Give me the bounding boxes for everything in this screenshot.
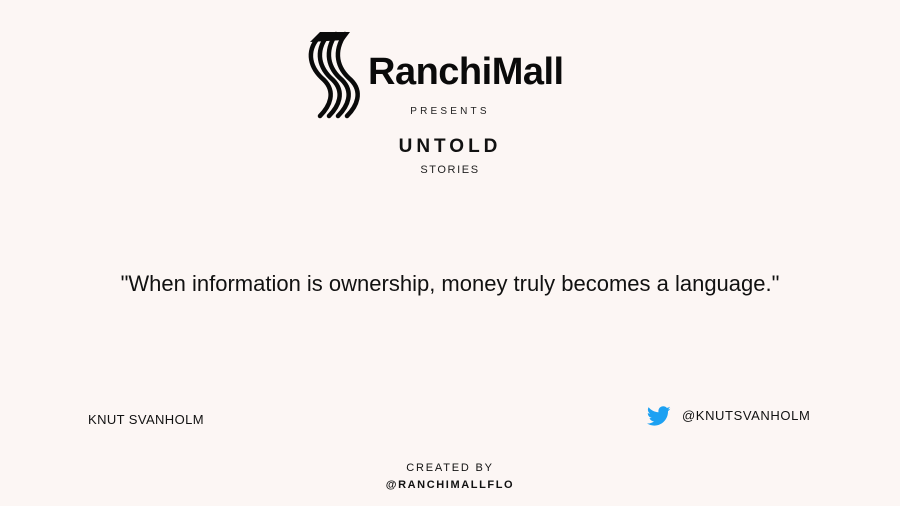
author-name: KNUT SVANHOLM [88, 412, 204, 427]
series-title: UNTOLD [398, 136, 502, 157]
created-by-label: CREATED BY [406, 462, 494, 474]
series-subtitle: STORIES [420, 164, 480, 176]
creator-handle[interactable]: @RANCHIMALLFLO [0, 479, 900, 491]
quote-text: "When information is ownership, money tr… [120, 271, 780, 296]
twitter-handle[interactable]: @KNUTSVANHOLM [682, 408, 810, 423]
twitter-bird-icon[interactable] [646, 404, 672, 428]
brand-name: RanchiMall [368, 51, 564, 93]
presents-label: PRESENTS [410, 106, 490, 117]
